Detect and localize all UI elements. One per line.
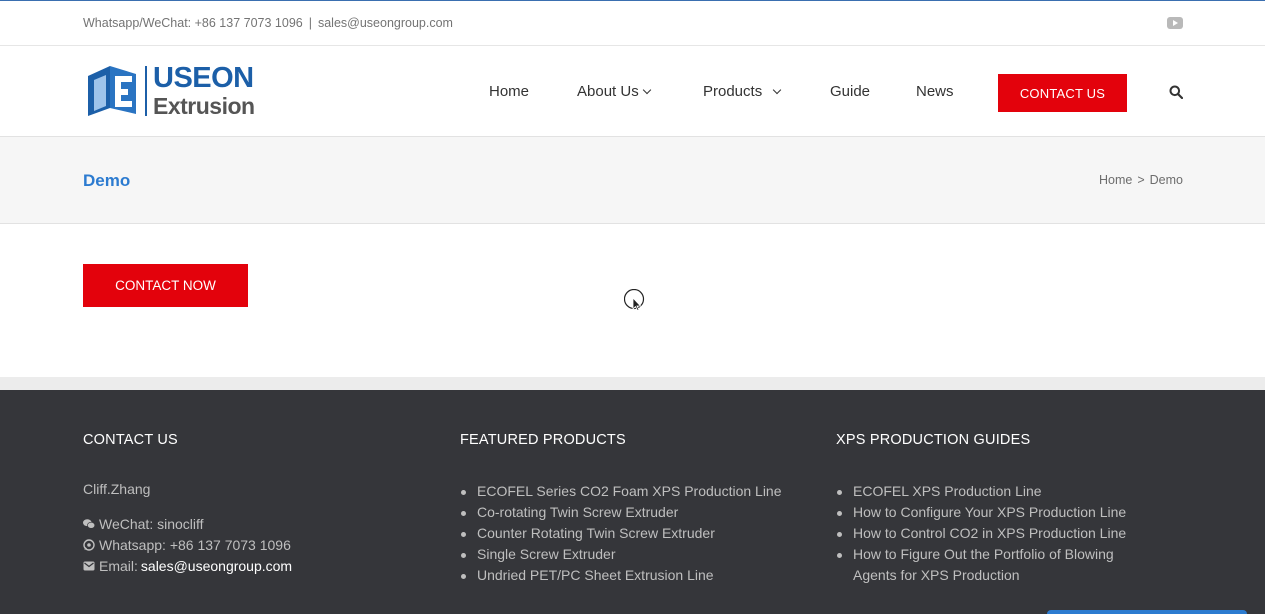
top-email-link[interactable]: sales@useongroup.com [318,16,453,30]
top-bar: Whatsapp/WeChat: +86 137 7073 1096 | sales… [0,0,1265,46]
footer-email-label: Email: [99,558,138,574]
whatsapp-icon [83,539,95,551]
nav-about-us[interactable]: About Us [577,83,651,100]
mouse-cursor-icon [624,289,645,311]
top-contact-info: Whatsapp/WeChat: +86 137 7073 1096 | sales… [83,16,453,30]
footer-wechat-text: WeChat: sinocliff [99,516,204,532]
footer-email: Email: sales@useongroup.com [83,558,292,574]
footer-contact-name: Cliff.Zhang [83,481,151,497]
list-item[interactable]: Single Screw Extruder [460,544,782,565]
contact-us-button[interactable]: CONTACT US [998,74,1127,112]
chevron-down-icon [642,85,651,95]
list-item[interactable]: ECOFEL Series CO2 Foam XPS Production Li… [460,481,782,502]
footer-wechat: WeChat: sinocliff [83,516,204,532]
search-icon[interactable] [1169,85,1183,99]
nav-products[interactable]: Products [703,83,782,100]
nav-guide-label: Guide [830,83,871,100]
list-item[interactable]: How to Figure Out the Portfolio of Blowi… [836,544,1156,586]
footer-products-heading: FEATURED PRODUCTS [460,432,626,448]
nav-news-label: News [916,83,954,100]
logo-divider [145,66,147,116]
breadcrumb-separator: > [1137,173,1145,187]
page-title-bar: Demo Home > Demo [0,137,1265,224]
logo-cube-icon [88,66,136,116]
nav-news[interactable]: News [916,83,954,100]
footer-whatsapp: Whatsapp: +86 137 7073 1096 [83,537,291,553]
nav-guide[interactable]: Guide [830,83,870,100]
site-footer: CONTACT US Cliff.Zhang WeChat: sinocliff… [0,390,1265,614]
site-logo[interactable]: USEON Extrusion [86,62,258,120]
breadcrumb-home[interactable]: Home [1099,173,1132,187]
list-item[interactable]: ECOFEL XPS Production Line [836,481,1156,502]
envelope-icon [83,561,95,571]
chevron-down-icon [772,85,782,95]
contact-now-button[interactable]: CONTACT NOW [83,264,248,307]
nav-home[interactable]: Home [489,83,529,100]
breadcrumb-current: Demo [1149,173,1183,187]
logo-text-extrusion: Extrusion [153,93,255,119]
list-item[interactable]: Undried PET/PC Sheet Extrusion Line [460,565,782,586]
breadcrumb: Home > Demo [1099,173,1183,187]
site-header: USEON Extrusion Home About Us Products G… [0,46,1265,137]
top-whatsapp: Whatsapp/WeChat: +86 137 7073 1096 [83,16,303,30]
list-item[interactable]: How to Configure Your XPS Production Lin… [836,502,1156,523]
featured-products-list: ECOFEL Series CO2 Foam XPS Production Li… [460,481,782,586]
nav-products-label: Products [703,83,763,100]
footer-email-link[interactable]: sales@useongroup.com [141,558,292,574]
footer-whatsapp-text: Whatsapp: +86 137 7073 1096 [99,537,291,553]
wechat-icon [83,519,95,529]
youtube-icon[interactable] [1167,17,1183,29]
list-item[interactable]: How to Control CO2 in XPS Production Lin… [836,523,1156,544]
footer-top-band [0,377,1265,390]
xps-guides-list: ECOFEL XPS Production Line How to Config… [836,481,1156,586]
logo-text-useon: USEON [153,62,254,94]
list-item[interactable]: Counter Rotating Twin Screw Extruder [460,523,782,544]
page-title: Demo [83,171,131,190]
list-item[interactable]: Co-rotating Twin Screw Extruder [460,502,782,523]
nav-home-label: Home [489,83,530,100]
chat-widget-tab[interactable] [1047,610,1247,614]
footer-contact-heading: CONTACT US [83,432,178,448]
footer-guides-heading: XPS PRODUCTION GUIDES [836,432,1031,448]
top-separator: | [308,16,312,30]
nav-about-label: About Us [577,83,639,100]
